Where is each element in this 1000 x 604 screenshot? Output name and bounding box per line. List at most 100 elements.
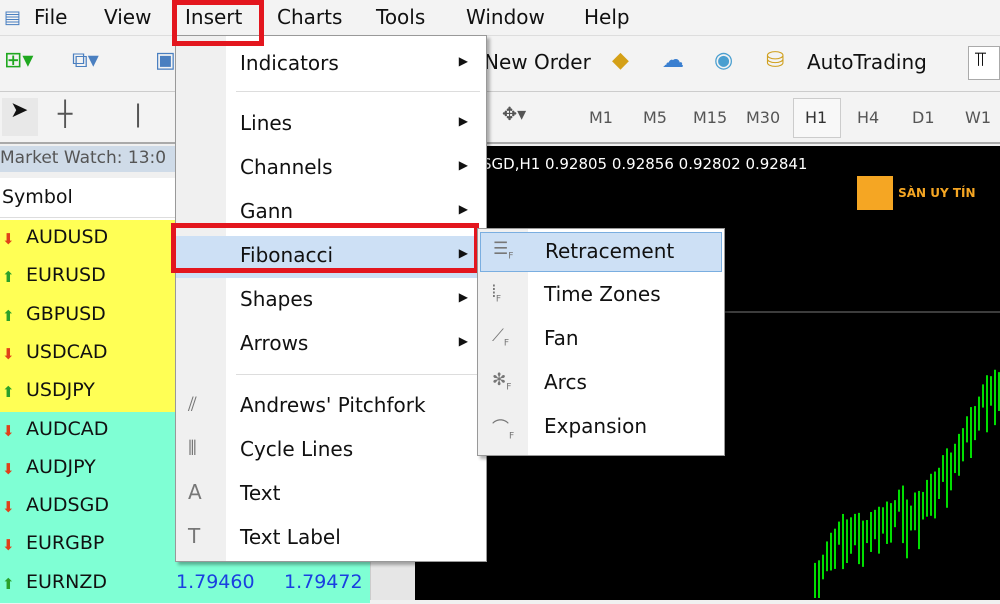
symbol-name: AUDCAD [26, 417, 109, 440]
insert-menu-item-channels[interactable]: Channels ▶ [176, 148, 486, 190]
cycle-lines-icon: ⦀ [188, 436, 197, 460]
menu-window[interactable]: Window [466, 5, 545, 29]
text-icon: A [188, 480, 202, 504]
insert-menu-item-cycle-lines[interactable]: ⦀ Cycle Lines [176, 430, 486, 472]
symbol-name: AUDSGD [26, 494, 109, 517]
fibonacci-item-fan[interactable]: ⟋F Fan [480, 320, 722, 360]
timeframe-m15[interactable]: M15 [693, 108, 727, 127]
terminal-icon[interactable]: ☁ [662, 48, 684, 73]
symbol-name: EURUSD [26, 264, 106, 287]
bid-price: 1.79460 [176, 570, 255, 593]
down-arrow-icon: ⬇ [2, 230, 15, 248]
insert-menu-item-arrows[interactable]: Arrows ▶ [176, 324, 486, 366]
menu-item-label: Gann [240, 199, 294, 223]
vertical-line-icon[interactable]: | [134, 100, 142, 128]
arrows-dropdown-icon[interactable]: ✥▾ [502, 104, 526, 125]
symbol-name: USDJPY [26, 379, 95, 402]
menu-item-label: Lines [240, 111, 293, 135]
menu-item-label: Shapes [240, 287, 314, 311]
watermark-logo: SÀN UY TÍN [857, 176, 976, 210]
up-arrow-icon: ⬆ [2, 306, 15, 325]
submenu-arrow-icon: ▶ [458, 290, 468, 304]
symbol-row[interactable]: ⬆ EURNZD 1.79460 1.79472 [0, 564, 370, 604]
fib-fan-icon: ⟋F [492, 326, 510, 349]
menu-item-label: Indicators [240, 51, 339, 75]
insert-menu-item-lines[interactable]: Lines ▶ [176, 104, 486, 146]
pitchfork-icon: ⫽ [188, 392, 197, 416]
insert-menu-item-andrews-pitchfork[interactable]: ⫽ Andrews' Pitchfork [176, 386, 486, 428]
fibonacci-item-time-zones[interactable]: ⦙F Time Zones [480, 276, 722, 316]
signals-icon[interactable]: ◉ [714, 48, 733, 73]
menu-item-label: Channels [240, 155, 333, 179]
timeframe-m1[interactable]: M1 [589, 108, 613, 127]
watermark-text: SÀN UY TÍN [898, 186, 976, 200]
menu-file[interactable]: File [34, 5, 67, 29]
timeframe-d1[interactable]: D1 [912, 108, 935, 127]
up-arrow-icon: ⬆ [2, 383, 15, 402]
menu-item-label: Retracement [545, 239, 675, 263]
down-arrow-icon: ⬇ [2, 344, 15, 363]
chart-ohlc-info: SGD,H1 0.92805 0.92856 0.92802 0.92841 [482, 155, 808, 173]
timeframe-m30[interactable]: M30 [746, 108, 780, 127]
submenu-arrow-icon: ▶ [458, 158, 468, 172]
symbol-name: AUDUSD [26, 226, 109, 248]
watermark-chart-icon [857, 176, 893, 210]
menu-item-label: Fan [544, 326, 579, 350]
timeframe-h4[interactable]: H4 [857, 108, 879, 127]
menu-item-label: Text [240, 481, 281, 505]
down-arrow-icon: ⬇ [2, 421, 15, 440]
submenu-arrow-icon: ▶ [458, 54, 468, 68]
insert-menu-item-shapes[interactable]: Shapes ▶ [176, 280, 486, 322]
insert-menu-item-text[interactable]: A Text [176, 474, 486, 516]
insert-highlight-box [172, 0, 264, 46]
line-studies-toolbar: ➤ ┼ | ✥▾ [0, 92, 1000, 144]
symbol-name: AUDJPY [26, 455, 96, 478]
market-watch-icon[interactable]: ▣ [155, 48, 176, 73]
symbol-name: USDCAD [26, 340, 108, 363]
symbol-name: EURNZD [26, 570, 107, 593]
new-chart-icon[interactable]: ⊞▾ [4, 48, 33, 73]
menu-view[interactable]: View [104, 5, 151, 29]
app-icon: ▤ [4, 7, 22, 28]
fib-time-zones-icon: ⦙F [492, 282, 501, 305]
fibonacci-item-expansion[interactable]: ⌒F Expansion [480, 408, 722, 448]
menu-item-label: Time Zones [544, 282, 661, 306]
menu-separator [236, 374, 480, 375]
fib-arcs-icon: ✻F [492, 370, 512, 393]
fib-expansion-icon: ⌒F [492, 419, 515, 442]
crosshair-icon[interactable]: ┼ [58, 100, 72, 128]
symbol-name: EURGBP [26, 532, 105, 555]
text-label-icon: T [188, 524, 201, 548]
metaeditor-icon[interactable]: ◆ [612, 48, 629, 73]
submenu-arrow-icon: ▶ [458, 202, 468, 216]
symbol-name: GBPUSD [26, 302, 106, 325]
insert-menu-item-text-label[interactable]: T Text Label [176, 518, 486, 560]
insert-menu-item-indicators[interactable]: Indicators ▶ [176, 44, 486, 86]
cursor-icon[interactable]: ➤ [2, 98, 38, 136]
menu-charts[interactable]: Charts [277, 5, 342, 29]
down-arrow-icon: ⬇ [2, 536, 15, 555]
menu-help[interactable]: Help [584, 5, 630, 29]
menu-tools[interactable]: Tools [376, 5, 425, 29]
up-arrow-icon: ⬆ [2, 574, 15, 593]
profiles-icon[interactable]: ⧉▾ [72, 48, 99, 73]
down-arrow-icon: ⬇ [2, 459, 15, 478]
menu-item-label: Text Label [240, 525, 341, 549]
fibonacci-submenu: ☰F Retracement ⦙F Time Zones ⟋F Fan ✻F Arcs ⌒F Ex… [477, 228, 725, 456]
autotrading-icon[interactable]: ⛁ [766, 48, 784, 73]
fibonacci-item-retracement[interactable]: ☰F Retracement [480, 232, 722, 272]
fib-retracement-icon: ☰F [493, 239, 514, 262]
insert-menu: Indicators ▶ Lines ▶ Channels ▶ Gann ▶ Fibonacci… [175, 35, 487, 562]
new-order-button[interactable]: New Order [484, 50, 591, 74]
fibonacci-item-arcs[interactable]: ✻F Arcs [480, 364, 722, 404]
bar-chart-icon[interactable]: ⫪ [968, 46, 1000, 80]
standard-toolbar: ⊞▾ ⧉▾ ▣ New Order ◆ ☁ ◉ ⛁ AutoTrading ⫪ [0, 36, 1000, 92]
menu-item-label: Cycle Lines [240, 437, 354, 461]
menu-item-label: Andrews' Pitchfork [240, 393, 426, 417]
menu-item-label: Arcs [544, 370, 587, 394]
autotrading-button[interactable]: AutoTrading [807, 50, 927, 74]
timeframe-m5[interactable]: M5 [643, 108, 667, 127]
timeframe-h1[interactable]: H1 [805, 108, 827, 127]
timeframe-w1[interactable]: W1 [965, 108, 991, 127]
menu-separator [236, 91, 480, 92]
